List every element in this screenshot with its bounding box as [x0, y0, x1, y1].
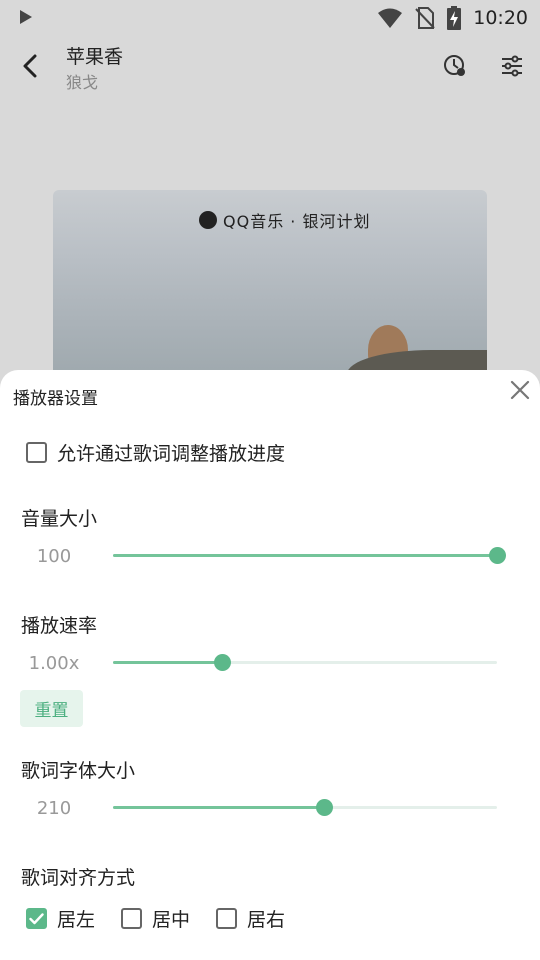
- align-left-label: 居左: [57, 909, 96, 931]
- volume-slider-thumb[interactable]: [489, 547, 506, 564]
- align-center-checkbox[interactable]: [121, 908, 143, 929]
- allow-seek-label: 允许通过歌词调整播放进度: [57, 443, 286, 465]
- speed-slider-fill: [113, 661, 223, 664]
- album-cover: QQ音乐 · 银河计划: [53, 190, 487, 380]
- speed-slider[interactable]: [113, 654, 497, 671]
- timer-button[interactable]: [437, 48, 473, 84]
- align-left-checkbox[interactable]: [26, 908, 47, 929]
- sheet-title: 播放器设置: [13, 389, 98, 409]
- align-center-option[interactable]: 居中: [121, 905, 190, 932]
- player-header: 苹果香 狼戈: [0, 36, 540, 100]
- speed-value: 1.00x: [28, 653, 80, 674]
- no-sim-icon: [415, 7, 435, 29]
- timer-icon: [444, 55, 465, 76]
- qq-music-logo-icon: [199, 211, 217, 229]
- volume-value: 100: [36, 546, 72, 567]
- font-size-slider-thumb[interactable]: [316, 799, 334, 816]
- align-right-checkbox[interactable]: [216, 908, 238, 929]
- font-size-slider-fill: [113, 806, 325, 809]
- font-size-value: 210: [36, 798, 72, 819]
- close-icon: [510, 380, 530, 400]
- font-size-label: 歌词字体大小: [21, 760, 136, 782]
- speed-label: 播放速率: [21, 615, 98, 637]
- reset-speed-button[interactable]: 重置: [20, 690, 83, 727]
- wifi-icon: [378, 8, 403, 28]
- equalizer-button[interactable]: [494, 48, 530, 84]
- equalizer-icon: [502, 55, 522, 77]
- font-size-slider[interactable]: [113, 799, 497, 816]
- back-icon: [23, 54, 37, 78]
- speed-slider-thumb[interactable]: [214, 654, 232, 671]
- align-left-option[interactable]: 居左: [26, 905, 95, 932]
- player-settings-sheet: 播放器设置 允许通过歌词调整播放进度 音量大小 100 播放速率 1.00x 重…: [0, 370, 540, 960]
- close-button[interactable]: [506, 376, 534, 404]
- status-time: 10:20: [473, 7, 528, 29]
- play-icon: [20, 10, 32, 24]
- alignment-options: 居左 居中 居右: [26, 905, 311, 932]
- cover-brand-text: QQ音乐 · 银河计划: [223, 212, 371, 231]
- allow-seek-checkbox[interactable]: [26, 442, 47, 463]
- allow-seek-option[interactable]: 允许通过歌词调整播放进度: [26, 439, 285, 466]
- status-bar: 10:20: [0, 0, 540, 36]
- volume-label: 音量大小: [21, 508, 98, 530]
- align-right-option[interactable]: 居右: [216, 905, 285, 932]
- artist-name: 狼戈: [66, 73, 99, 92]
- battery-charging-icon: [447, 6, 462, 30]
- align-right-label: 居右: [247, 909, 286, 931]
- volume-slider-fill: [113, 554, 497, 557]
- song-title: 苹果香: [66, 46, 124, 68]
- back-button[interactable]: [14, 50, 46, 82]
- alignment-label: 歌词对齐方式: [21, 867, 136, 889]
- align-center-label: 居中: [152, 909, 191, 931]
- cover-brand: QQ音乐 · 银河计划: [199, 208, 370, 232]
- volume-slider[interactable]: [113, 547, 506, 564]
